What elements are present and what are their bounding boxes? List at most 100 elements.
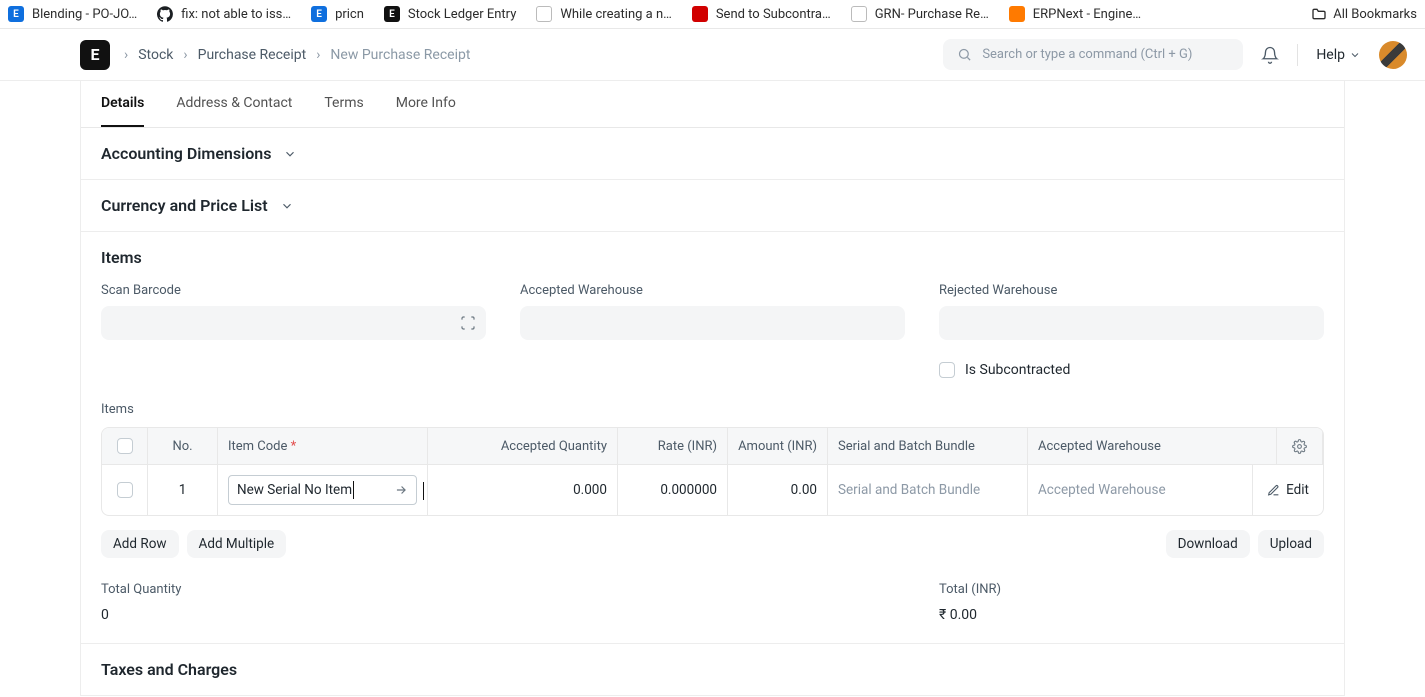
scan-barcode-input[interactable] xyxy=(101,306,486,340)
bookmarks-bar: E Blending - PO-JO… fix: not able to iss… xyxy=(0,0,1425,29)
rate-cell[interactable]: 0.000000 xyxy=(618,465,728,515)
items-grid-label: Items xyxy=(101,402,1324,417)
favicon-erpnext-icon: E xyxy=(8,6,24,22)
search-icon xyxy=(957,47,972,62)
section-taxes-charges: Taxes and Charges xyxy=(81,644,1344,695)
bookmark-erpnext-engine[interactable]: ERPNext - Engine… xyxy=(1009,6,1141,22)
accepted-qty-cell[interactable]: 0.000 xyxy=(428,465,618,515)
rejected-warehouse-label: Rejected Warehouse xyxy=(939,283,1324,298)
col-no: No. xyxy=(148,428,218,464)
bookmark-label: Send to Subcontra… xyxy=(716,7,831,22)
grid-settings-button[interactable] xyxy=(1277,428,1323,464)
upload-button[interactable]: Upload xyxy=(1258,530,1324,558)
favicon-github-icon xyxy=(157,6,173,22)
open-link-icon[interactable] xyxy=(394,483,408,497)
select-all-checkbox[interactable] xyxy=(117,438,133,454)
bookmark-label: GRN- Purchase Re… xyxy=(875,7,989,22)
favicon-frappe-icon: F xyxy=(851,6,867,22)
bookmark-label: ERPNext - Engine… xyxy=(1033,7,1141,22)
divider xyxy=(1297,44,1298,66)
download-button[interactable]: Download xyxy=(1166,530,1250,558)
checkbox-icon xyxy=(939,362,955,378)
breadcrumb-current: New Purchase Receipt xyxy=(330,47,470,63)
bookmark-grn-purchase[interactable]: F GRN- Purchase Re… xyxy=(851,6,989,22)
bookmark-pricn[interactable]: E pricn xyxy=(311,6,364,22)
form-body: Details Address & Contact Terms More Inf… xyxy=(80,81,1345,696)
favicon-erpnext-icon: E xyxy=(311,6,327,22)
breadcrumb-stock[interactable]: Stock xyxy=(138,47,173,63)
gear-icon xyxy=(1292,439,1307,454)
tab-details[interactable]: Details xyxy=(101,81,144,127)
bookmark-label: Stock Ledger Entry xyxy=(408,7,516,22)
section-items: Items xyxy=(81,232,1344,283)
is-subcontracted-checkbox[interactable]: Is Subcontracted xyxy=(939,362,1324,378)
navbar: E › Stock › Purchase Receipt › New Purch… xyxy=(0,29,1425,81)
all-bookmarks[interactable]: All Bookmarks xyxy=(1311,6,1417,22)
row-edit-button[interactable]: Edit xyxy=(1253,465,1323,515)
favicon-frappe-icon: F xyxy=(536,6,552,22)
col-serial-batch: Serial and Batch Bundle xyxy=(828,428,1028,464)
bookmark-label: While creating a n… xyxy=(560,7,671,22)
col-amount: Amount (INR) xyxy=(728,428,828,464)
chevron-right-icon: › xyxy=(183,47,187,63)
row-checkbox[interactable] xyxy=(117,482,133,498)
item-code-input[interactable]: New Serial No Item xyxy=(228,475,417,505)
bookmark-label: Blending - PO-JO… xyxy=(32,7,137,22)
col-accepted-warehouse: Accepted Warehouse xyxy=(1028,428,1277,464)
chevron-down-icon xyxy=(1349,49,1361,61)
favicon-erpnext-dark-icon: E xyxy=(384,6,400,22)
tab-address-contact[interactable]: Address & Contact xyxy=(176,81,292,127)
grid-header: No. Item Code * Accepted Quantity Rate (… xyxy=(102,428,1323,465)
breadcrumb-purchase-receipt[interactable]: Purchase Receipt xyxy=(198,47,307,63)
scan-barcode-label: Scan Barcode xyxy=(101,283,486,298)
document-tabs: Details Address & Contact Terms More Inf… xyxy=(81,81,1344,128)
section-title: Currency and Price List xyxy=(101,196,268,215)
section-accounting-dimensions[interactable]: Accounting Dimensions xyxy=(81,128,1344,179)
add-multiple-button[interactable]: Add Multiple xyxy=(187,530,287,558)
bookmark-label: fix: not able to iss… xyxy=(181,7,291,22)
total-quantity-value: 0 xyxy=(101,607,486,623)
search-placeholder: Search or type a command (Ctrl + G) xyxy=(982,47,1192,62)
accepted-warehouse-input[interactable] xyxy=(520,306,905,340)
chevron-right-icon: › xyxy=(124,47,128,63)
section-title: Taxes and Charges xyxy=(101,660,237,679)
breadcrumb: › Stock › Purchase Receipt › New Purchas… xyxy=(124,47,470,63)
app-logo[interactable]: E xyxy=(80,40,110,70)
table-row: 1 New Serial No Item xyxy=(102,465,1323,515)
chevron-down-icon xyxy=(280,199,294,213)
tab-terms[interactable]: Terms xyxy=(324,81,363,127)
total-inr-label: Total (INR) xyxy=(939,582,1324,597)
bookmark-while-creating[interactable]: F While creating a n… xyxy=(536,6,671,22)
section-title: Accounting Dimensions xyxy=(101,144,271,163)
bookmark-stock-ledger[interactable]: E Stock Ledger Entry xyxy=(384,6,516,22)
col-accepted-qty: Accepted Quantity xyxy=(428,428,618,464)
bookmark-blending[interactable]: E Blending - PO-JO… xyxy=(8,6,137,22)
item-code-value: New Serial No Item xyxy=(237,482,352,498)
col-item-code: Item Code * xyxy=(218,428,428,464)
favicon-orange-icon xyxy=(1009,6,1025,22)
rejected-warehouse-input[interactable] xyxy=(939,306,1324,340)
help-label: Help xyxy=(1316,47,1345,63)
total-quantity-label: Total Quantity xyxy=(101,582,486,597)
text-cursor xyxy=(423,482,424,500)
notifications-button[interactable] xyxy=(1261,46,1279,64)
global-search[interactable]: Search or type a command (Ctrl + G) xyxy=(943,39,1243,70)
bookmark-send-subcontra[interactable]: Send to Subcontra… xyxy=(692,6,831,22)
add-row-button[interactable]: Add Row xyxy=(101,530,179,558)
help-dropdown[interactable]: Help xyxy=(1316,47,1361,63)
section-title: Items xyxy=(101,248,142,267)
text-cursor xyxy=(353,481,354,499)
barcode-scan-icon[interactable] xyxy=(460,315,476,331)
bookmark-label: pricn xyxy=(335,7,364,22)
tab-more-info[interactable]: More Info xyxy=(396,81,456,127)
folder-icon xyxy=(1311,6,1327,22)
row-no: 1 xyxy=(148,465,218,515)
section-currency-price-list[interactable]: Currency and Price List xyxy=(81,180,1344,231)
serial-batch-cell[interactable]: Serial and Batch Bundle xyxy=(828,465,1028,515)
all-bookmarks-label: All Bookmarks xyxy=(1333,7,1417,22)
avatar[interactable] xyxy=(1379,41,1407,69)
col-rate: Rate (INR) xyxy=(618,428,728,464)
bookmark-fix-issue[interactable]: fix: not able to iss… xyxy=(157,6,291,22)
accepted-warehouse-cell[interactable]: Accepted Warehouse xyxy=(1028,465,1253,515)
bell-icon xyxy=(1261,46,1279,64)
